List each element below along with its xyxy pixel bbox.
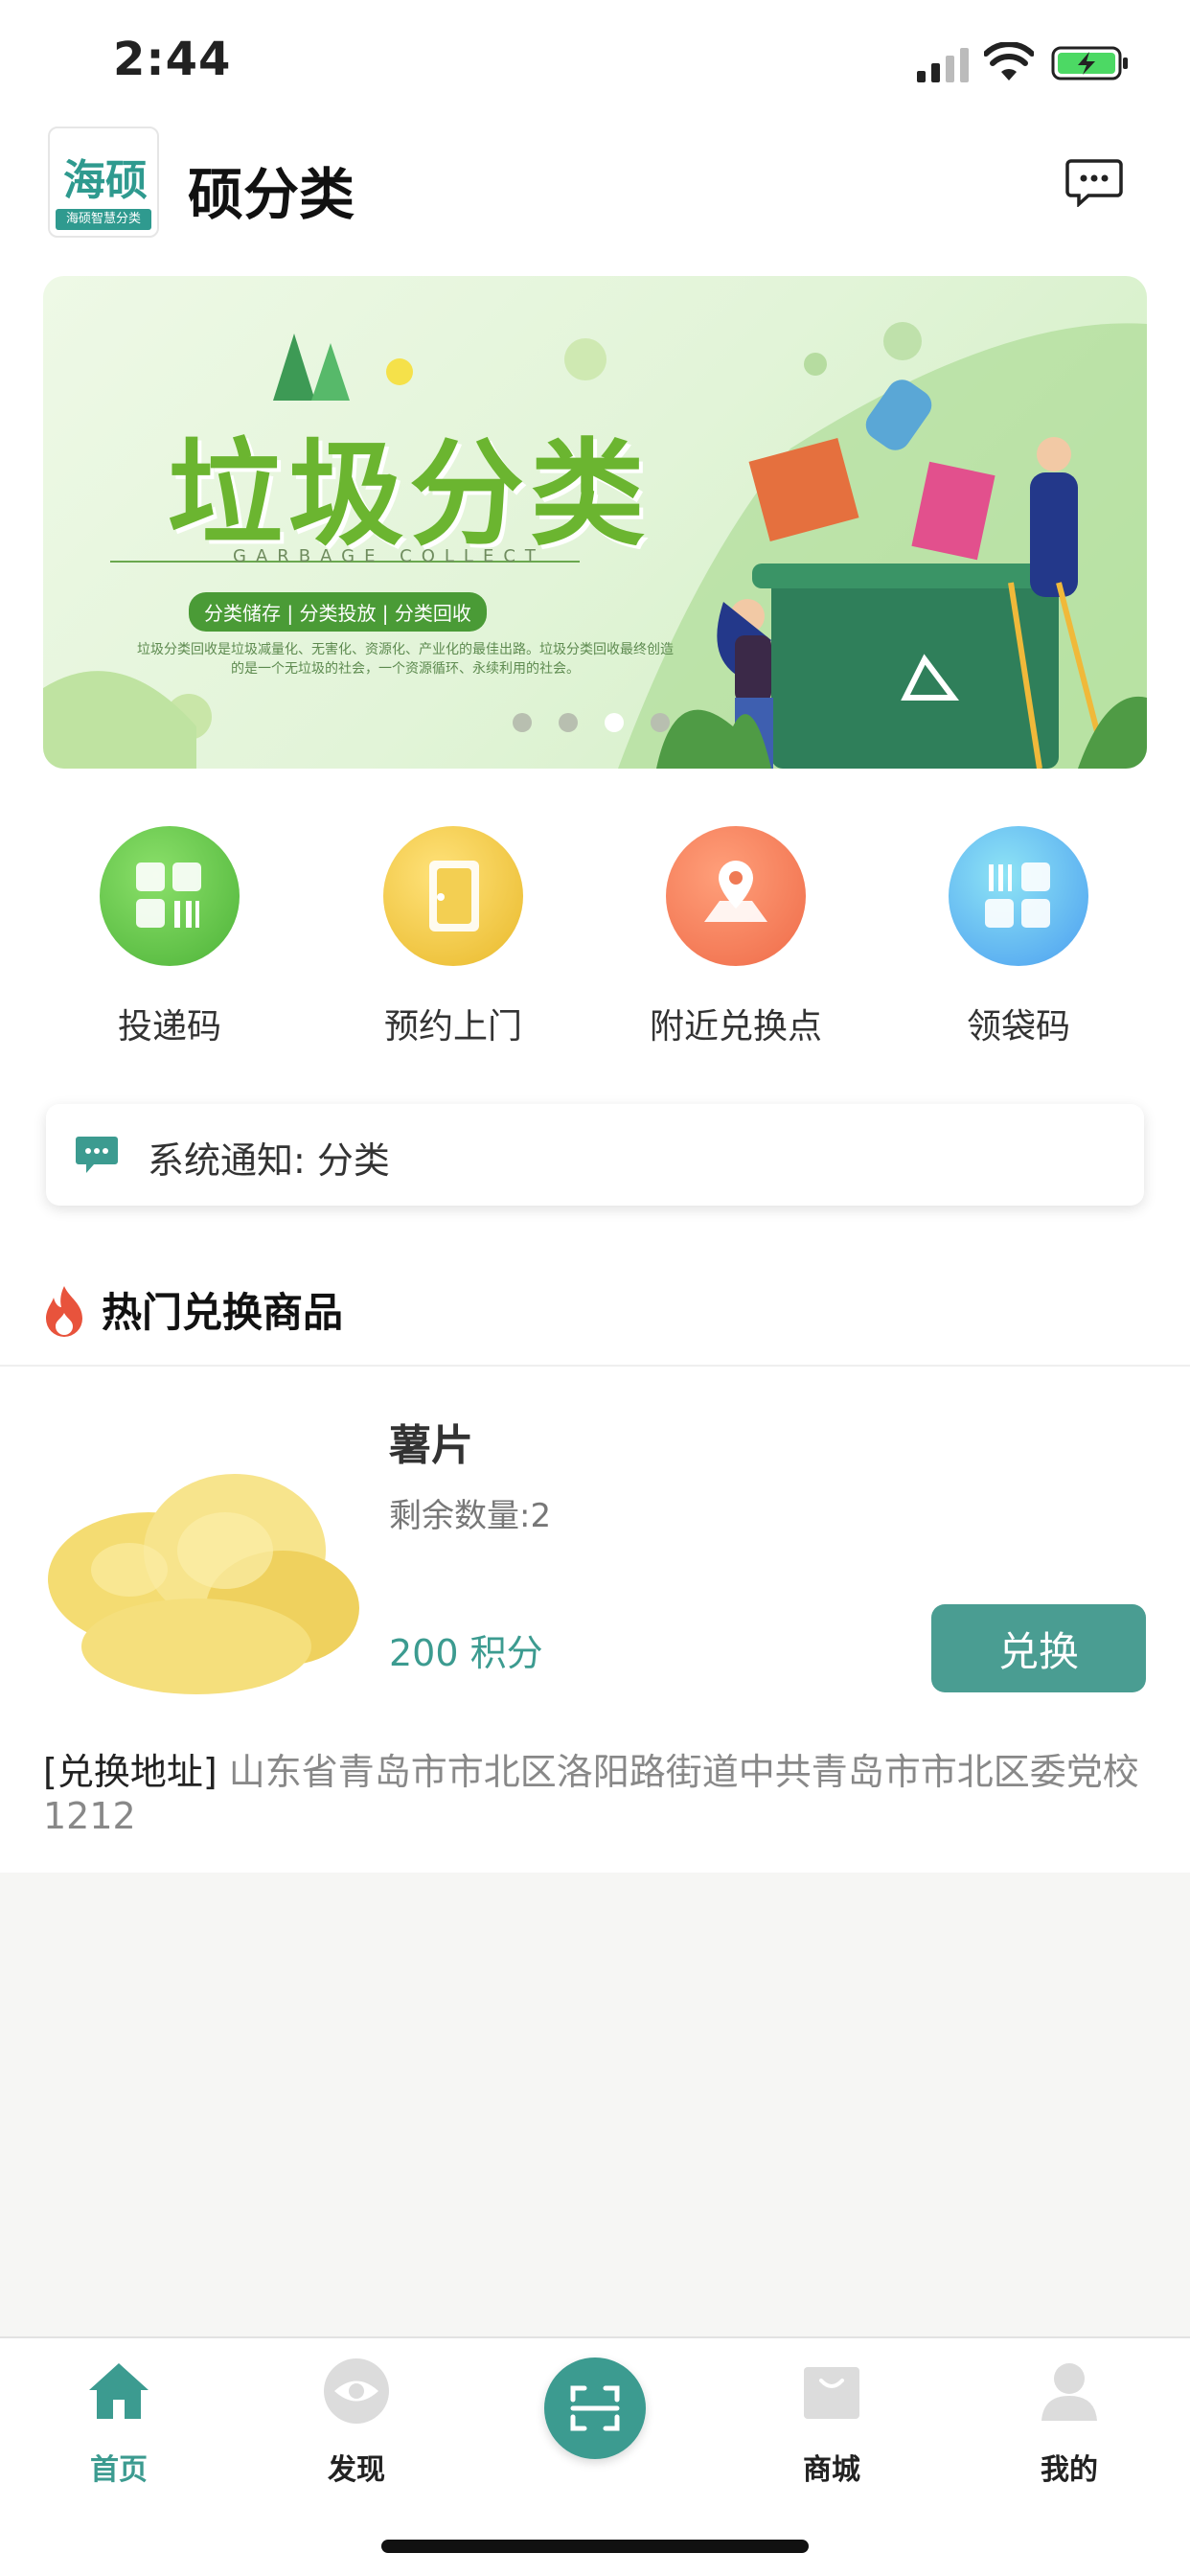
logo-subtext: 海硕智慧分类 — [56, 209, 151, 230]
product-stock: 剩余数量:2 — [389, 1497, 552, 1535]
product-card[interactable]: 薯片 剩余数量:2 200 积分 兑换 [兑换地址] 山东省青岛市市北区洛阳路街… — [0, 1368, 1190, 1873]
tab-home[interactable]: 首页 — [42, 2358, 195, 2488]
app-header: 海硕 海硕智慧分类 硕分类 — [0, 125, 1190, 249]
quick-label: 投递码 — [117, 1007, 221, 1046]
quick-delivery-code[interactable]: 投递码 — [50, 826, 289, 1048]
tab-profile[interactable]: 我的 — [993, 2358, 1146, 2488]
chat-bubble-icon — [76, 1137, 118, 1173]
address-label: [兑换地址] — [43, 1751, 217, 1793]
home-indicator — [381, 2540, 809, 2553]
product-image — [48, 1474, 359, 1694]
banner-description: 垃圾分类回收是垃圾减量化、无害化、资源化、产业化的最佳出路。垃圾分类回收最终创造… — [137, 642, 674, 677]
system-notice[interactable]: 系统通知: 分类 — [46, 1104, 1144, 1206]
quick-label: 领袋码 — [966, 1007, 1070, 1046]
scan-icon — [570, 2385, 620, 2431]
empty-area — [0, 1873, 1190, 2336]
quick-nearby-points[interactable]: 附近兑换点 — [616, 826, 856, 1048]
status-time: 2:44 — [113, 33, 232, 86]
tab-label: 首页 — [90, 2453, 148, 2487]
product-name: 薯片 — [389, 1421, 473, 1470]
tab-label: 发现 — [328, 2453, 385, 2487]
battery-icon — [1051, 46, 1128, 80]
carousel-dot[interactable] — [559, 713, 578, 732]
bag-code-icon — [949, 826, 1088, 966]
wifi-icon — [984, 42, 1034, 80]
status-bar: 2:44 — [0, 0, 1190, 125]
location-pin-icon — [666, 826, 806, 966]
scan-button[interactable] — [544, 2358, 646, 2459]
app-title: 硕分类 — [188, 162, 355, 227]
grid-code-icon — [100, 826, 240, 966]
product-points: 200 积分 — [389, 1632, 543, 1674]
quick-actions: 投递码 预约上门 附近兑换点 领袋码 — [0, 826, 1190, 1056]
user-icon — [1041, 2363, 1097, 2421]
carousel-dots — [513, 713, 670, 732]
message-icon[interactable] — [1065, 157, 1123, 207]
exchange-button[interactable]: 兑换 — [931, 1604, 1146, 1692]
tab-label: 商城 — [803, 2453, 860, 2487]
carousel-dot-active[interactable] — [605, 713, 624, 732]
quick-bag-code[interactable]: 领袋码 — [899, 826, 1138, 1048]
banner-subtitle: GARBAGE COLLECT — [233, 546, 545, 566]
quick-label: 预约上门 — [383, 1007, 522, 1046]
section-title: 热门兑换商品 — [102, 1289, 344, 1336]
cellular-signal-icon — [917, 48, 969, 82]
exchange-address: [兑换地址] 山东省青岛市市北区洛阳路街道中共青岛市市北区委党校 1212 — [43, 1750, 1145, 1838]
tab-label: 我的 — [1041, 2453, 1098, 2487]
banner-title: 垃圾分类 — [168, 428, 651, 562]
notice-text: 系统通知: 分类 — [148, 1139, 390, 1182]
shopping-bag-icon — [804, 2367, 859, 2419]
eye-icon — [324, 2358, 389, 2424]
carousel-dot[interactable] — [651, 713, 670, 732]
home-icon — [89, 2363, 149, 2419]
app-logo: 海硕 海硕智慧分类 — [48, 126, 159, 238]
door-icon — [383, 826, 523, 966]
carousel-dot[interactable] — [513, 713, 532, 732]
hot-products-header: 热门兑换商品 — [0, 1271, 1190, 1367]
tab-discover[interactable]: 发现 — [280, 2358, 433, 2488]
fire-icon — [46, 1286, 82, 1337]
quick-label: 附近兑换点 — [649, 1007, 822, 1046]
quick-appointment[interactable]: 预约上门 — [333, 826, 573, 1048]
promo-banner[interactable]: 垃圾分类 GARBAGE COLLECT 分类储存 | 分类投放 | 分类回收 … — [43, 276, 1147, 769]
tab-mall[interactable]: 商城 — [755, 2358, 908, 2488]
logo-text: 海硕 — [63, 156, 148, 205]
banner-pill: 分类储存 | 分类投放 | 分类回收 — [189, 592, 487, 632]
